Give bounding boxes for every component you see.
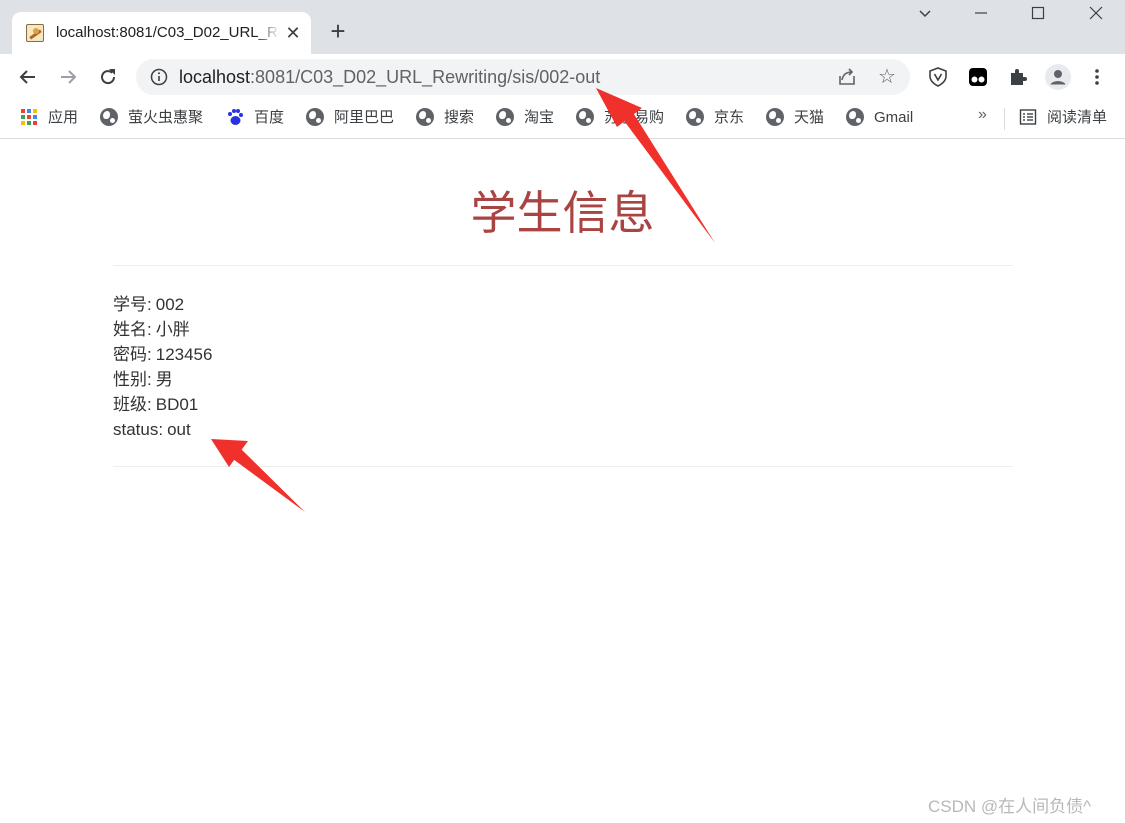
field-label: 姓名: xyxy=(113,320,152,339)
reload-button[interactable] xyxy=(93,62,123,92)
url-host: localhost xyxy=(179,67,251,87)
more-bookmarks-button[interactable]: » xyxy=(978,106,987,124)
globe-icon xyxy=(496,108,514,126)
field-value: 123456 xyxy=(155,345,213,364)
globe-icon xyxy=(100,108,118,126)
page-title: 学生信息 xyxy=(470,187,655,239)
close-window-button[interactable] xyxy=(1082,6,1110,34)
bookmark-baidu[interactable]: 百度 xyxy=(226,108,284,128)
vpn-shield-icon[interactable] xyxy=(923,62,953,92)
tab-title: localhost:8081/C03_D02_URL_Rewriting/sis… xyxy=(56,24,280,41)
bookmark-label: 萤火虫惠聚 xyxy=(128,109,204,126)
bookmark-yinghuochong[interactable]: 萤火虫惠聚 xyxy=(100,108,203,128)
field-label: 密码: xyxy=(113,345,152,364)
field-name: 姓名: 小胖 xyxy=(113,317,212,342)
bookmark-tmall[interactable]: 天猫 xyxy=(766,108,824,128)
field-class: 班级: BD01 xyxy=(113,392,212,417)
bookmark-label: 京东 xyxy=(714,109,745,126)
menu-kebab-icon[interactable] xyxy=(1082,62,1112,92)
field-value: 男 xyxy=(155,370,173,389)
address-bar[interactable]: localhost:8081/C03_D02_URL_Rewriting/sis… xyxy=(136,59,910,95)
bookmark-label: 搜索 xyxy=(444,109,475,126)
tab-search-chevron-icon[interactable] xyxy=(911,6,939,34)
tomcat-favicon-icon xyxy=(26,24,44,42)
status-annotation-arrow xyxy=(211,439,305,512)
bookmark-label: 应用 xyxy=(48,109,79,126)
field-student-id: 学号: 002 xyxy=(113,292,212,317)
reading-list-button[interactable]: 阅读清单 xyxy=(1019,108,1107,128)
field-password: 密码: 123456 xyxy=(113,342,212,367)
tab-strip: localhost:8081/C03_D02_URL_Rewriting/sis… xyxy=(0,0,1125,54)
field-value: BD01 xyxy=(155,395,199,414)
extension-tampermonkey-icon[interactable] xyxy=(963,62,993,92)
browser-tab[interactable]: localhost:8081/C03_D02_URL_Rewriting/sis… xyxy=(12,12,311,54)
bookmark-label: 天猫 xyxy=(794,109,825,126)
globe-icon xyxy=(846,108,864,126)
bookmarks-bar: 应用 萤火虫惠聚 百度 阿里巴巴 搜索 淘宝 苏宁易购 京东 天猫 Gmail … xyxy=(0,100,1125,139)
reading-list-icon xyxy=(1019,108,1037,126)
globe-icon xyxy=(686,108,704,126)
bookmark-label: 苏宁易购 xyxy=(604,109,665,126)
bookmarks-divider xyxy=(1004,108,1005,130)
field-value: out xyxy=(167,420,191,439)
field-label: status: xyxy=(113,420,164,439)
field-status: status: out xyxy=(113,417,212,442)
url-path: :8081/C03_D02_URL_Rewriting/sis/002-out xyxy=(250,67,601,87)
bookmark-apps[interactable]: 应用 xyxy=(20,108,78,128)
field-value: 小胖 xyxy=(155,320,190,339)
bookmark-label: 阿里巴巴 xyxy=(334,109,395,126)
bookmark-jd[interactable]: 京东 xyxy=(686,108,744,128)
bookmark-label: Gmail xyxy=(874,109,914,126)
url-text[interactable]: localhost:8081/C03_D02_URL_Rewriting/sis… xyxy=(179,67,600,88)
bookmark-label: 百度 xyxy=(254,109,285,126)
student-info: 学号: 002 姓名: 小胖 密码: 123456 性别: 男 班级: BD01 stat… xyxy=(113,292,212,442)
extensions-puzzle-icon[interactable] xyxy=(1003,62,1033,92)
field-value: 002 xyxy=(155,295,185,314)
field-label: 班级: xyxy=(113,395,152,414)
minimize-button[interactable] xyxy=(967,6,995,34)
header-divider xyxy=(113,265,1013,266)
footer-divider xyxy=(113,466,1013,467)
field-label: 学号: xyxy=(113,295,152,314)
back-button[interactable] xyxy=(13,62,43,92)
share-icon[interactable] xyxy=(836,67,858,87)
apps-grid-icon xyxy=(20,108,38,126)
bookmark-taobao[interactable]: 淘宝 xyxy=(496,108,554,128)
globe-icon xyxy=(306,108,324,126)
bookmark-suning[interactable]: 苏宁易购 xyxy=(576,108,664,128)
maximize-button[interactable] xyxy=(1024,6,1052,34)
browser-toolbar: localhost:8081/C03_D02_URL_Rewriting/sis… xyxy=(0,54,1125,100)
csdn-watermark: CSDN @在人间负债^ xyxy=(928,797,1092,816)
tab-close-button[interactable]: ✕ xyxy=(282,22,304,44)
field-gender: 性别: 男 xyxy=(113,367,212,392)
baidu-paw-icon xyxy=(226,108,244,126)
bookmark-gmail[interactable]: Gmail xyxy=(846,108,913,128)
globe-icon xyxy=(766,108,784,126)
bookmark-star-icon[interactable]: ☆ xyxy=(876,66,898,88)
globe-icon xyxy=(416,108,434,126)
reading-list-label: 阅读清单 xyxy=(1047,109,1108,126)
new-tab-button[interactable]: + xyxy=(326,18,350,44)
bookmark-alibaba[interactable]: 阿里巴巴 xyxy=(306,108,394,128)
forward-button[interactable] xyxy=(53,62,83,92)
bookmark-search[interactable]: 搜索 xyxy=(416,108,474,128)
profile-avatar-icon[interactable] xyxy=(1043,62,1073,92)
globe-icon xyxy=(576,108,594,126)
bookmark-label: 淘宝 xyxy=(524,109,555,126)
site-info-icon[interactable] xyxy=(150,68,168,86)
field-label: 性别: xyxy=(113,370,152,389)
